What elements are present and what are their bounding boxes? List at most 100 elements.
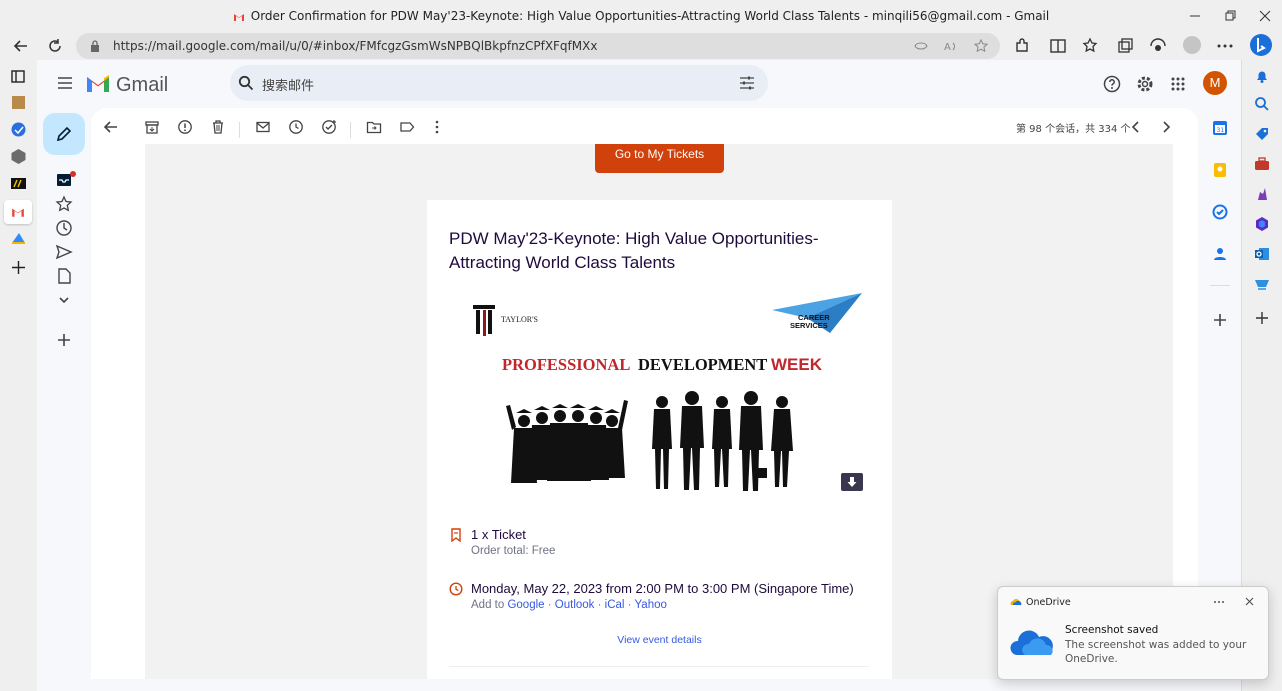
delete-trash-icon[interactable] (210, 119, 226, 135)
notifications-bell-icon[interactable] (1254, 68, 1270, 84)
close-window-icon[interactable] (1257, 8, 1273, 24)
window-title-text: Order Confirmation for PDW May'23-Keynot… (250, 9, 1050, 23)
calendar-link-yahoo[interactable]: Yahoo (634, 599, 666, 611)
window-titlebar: Order Confirmation for PDW May'23-Keynot… (0, 0, 1282, 32)
google-apps-icon[interactable] (1171, 77, 1185, 91)
lock-icon (91, 40, 99, 52)
event-banner-image[interactable]: TAYLOR'S CAREER SERVICES PROFESSIONAL DE… (462, 288, 862, 503)
performance-icon[interactable] (1149, 37, 1167, 55)
starred-icon[interactable] (55, 195, 73, 213)
ticket-icon (451, 528, 461, 542)
sent-icon[interactable] (55, 243, 73, 261)
newer-chevron-left-icon[interactable] (1128, 119, 1144, 135)
label-tag-icon[interactable] (399, 119, 415, 135)
older-chevron-right-icon[interactable] (1158, 119, 1174, 135)
move-to-folder-icon[interactable] (366, 119, 382, 135)
snoozed-icon[interactable] (55, 219, 73, 237)
calendar-icon[interactable]: 31 (1212, 120, 1228, 136)
taylors-brand-text: TAYLOR'S (501, 315, 538, 324)
tab-favicon-2-icon[interactable] (10, 121, 27, 138)
drop-icon[interactable] (1254, 276, 1270, 292)
tools-briefcase-icon[interactable] (1254, 156, 1270, 172)
toast-app-name: OneDrive (1026, 597, 1071, 608)
extensions-icon[interactable] (1013, 37, 1031, 55)
settings-gear-icon[interactable] (1136, 75, 1154, 93)
search-options-icon[interactable] (739, 75, 755, 91)
gmail-logo-text[interactable]: Gmail (116, 74, 168, 97)
refresh-icon[interactable] (46, 37, 64, 55)
active-tab-gmail[interactable] (4, 200, 32, 224)
tab-favicon-1-icon[interactable] (10, 94, 27, 111)
keep-icon[interactable] (1212, 162, 1228, 178)
mark-unread-mail-icon[interactable] (255, 119, 271, 135)
games-icon[interactable] (1254, 186, 1270, 202)
customize-sidebar-plus-icon[interactable] (1254, 310, 1270, 326)
drafts-icon[interactable] (55, 267, 73, 285)
main-menu-icon[interactable] (57, 76, 73, 90)
read-aloud-icon[interactable]: A (944, 39, 958, 53)
bing-copilot-icon[interactable] (1249, 33, 1273, 57)
split-screen-icon[interactable] (1049, 37, 1067, 55)
gmail-logo-icon[interactable] (85, 72, 111, 92)
clock-icon (449, 582, 463, 596)
microsoft-365-icon[interactable] (1254, 216, 1270, 232)
toast-close-icon[interactable] (1244, 596, 1255, 607)
tab-favicon-5-icon[interactable] (10, 230, 27, 247)
favorite-star-icon[interactable] (974, 39, 988, 53)
toast-more-icon[interactable] (1212, 597, 1226, 607)
snooze-clock-icon[interactable] (288, 119, 304, 135)
headline-development: DEVELOPMENT (638, 355, 767, 374)
search-input[interactable]: 搜索邮件 (262, 75, 314, 94)
calendar-link-outlook[interactable]: Outlook (555, 599, 595, 611)
tab-favicon-4-icon[interactable] (10, 175, 27, 192)
download-image-button[interactable] (841, 473, 863, 491)
tab-favicon-3-icon[interactable] (10, 148, 27, 165)
more-actions-icon[interactable] (429, 119, 445, 135)
onedrive-toast[interactable]: OneDrive Screenshot saved The screenshot… (997, 586, 1269, 680)
get-addons-plus-icon[interactable] (1213, 313, 1227, 327)
calendar-link-ical[interactable]: iCal (605, 599, 625, 611)
go-to-tickets-button[interactable]: Go to My Tickets (595, 144, 724, 173)
back-icon[interactable] (12, 37, 30, 55)
compose-button[interactable] (43, 113, 85, 155)
search-box[interactable]: 搜索邮件 (230, 65, 768, 101)
account-avatar[interactable]: M (1203, 71, 1227, 95)
report-spam-icon[interactable] (177, 119, 193, 135)
gmail-tab-icon (12, 208, 24, 217)
minimize-icon[interactable] (1187, 8, 1203, 24)
search-icon[interactable] (238, 75, 254, 91)
toolbar-divider (350, 122, 351, 138)
sidebar-search-icon[interactable] (1254, 96, 1270, 112)
headline-week: WEEK (771, 355, 823, 374)
more-menu-icon[interactable] (1216, 37, 1234, 55)
inbox-unread-dot (70, 171, 76, 177)
url-text: https://mail.google.com/mail/u/0/#inbox/… (113, 39, 598, 53)
shopping-tag-icon[interactable] (1254, 126, 1270, 142)
services-brand-text: SERVICES (790, 321, 828, 330)
order-total: Order total: Free (471, 545, 556, 557)
favorites-icon[interactable] (1082, 37, 1100, 55)
new-tab-icon[interactable] (10, 259, 27, 276)
tasks-icon[interactable] (1212, 204, 1228, 220)
event-title[interactable]: PDW May'23-Keynote: High Value Opportuni… (449, 227, 869, 275)
back-to-inbox-arrow-icon[interactable] (103, 119, 119, 135)
view-event-details-link[interactable]: View event details (427, 634, 892, 646)
contacts-icon[interactable] (1212, 246, 1228, 262)
address-bar[interactable]: https://mail.google.com/mail/u/0/#inbox/… (76, 33, 1000, 59)
browser-sidebar-left (0, 60, 37, 691)
collections-icon[interactable] (1116, 37, 1134, 55)
outlook-icon[interactable] (1254, 246, 1270, 262)
tab-actions-icon[interactable] (10, 68, 27, 85)
archive-icon[interactable] (144, 119, 160, 135)
help-icon[interactable] (1103, 75, 1121, 93)
calendar-link-google[interactable]: Google (507, 599, 544, 611)
restore-icon[interactable] (1222, 8, 1238, 24)
add-to-tasks-icon[interactable] (321, 119, 337, 135)
more-labels-chevron-down-icon[interactable] (55, 291, 73, 309)
event-card: PDW May'23-Keynote: High Value Opportuni… (427, 200, 892, 679)
tracking-prevention-icon[interactable] (914, 39, 928, 53)
headline-professional: PROFESSIONAL (502, 355, 630, 374)
profile-avatar[interactable] (1183, 36, 1201, 54)
create-label-plus-icon[interactable] (55, 331, 73, 349)
event-datetime: Monday, May 22, 2023 from 2:00 PM to 3:0… (471, 581, 854, 596)
